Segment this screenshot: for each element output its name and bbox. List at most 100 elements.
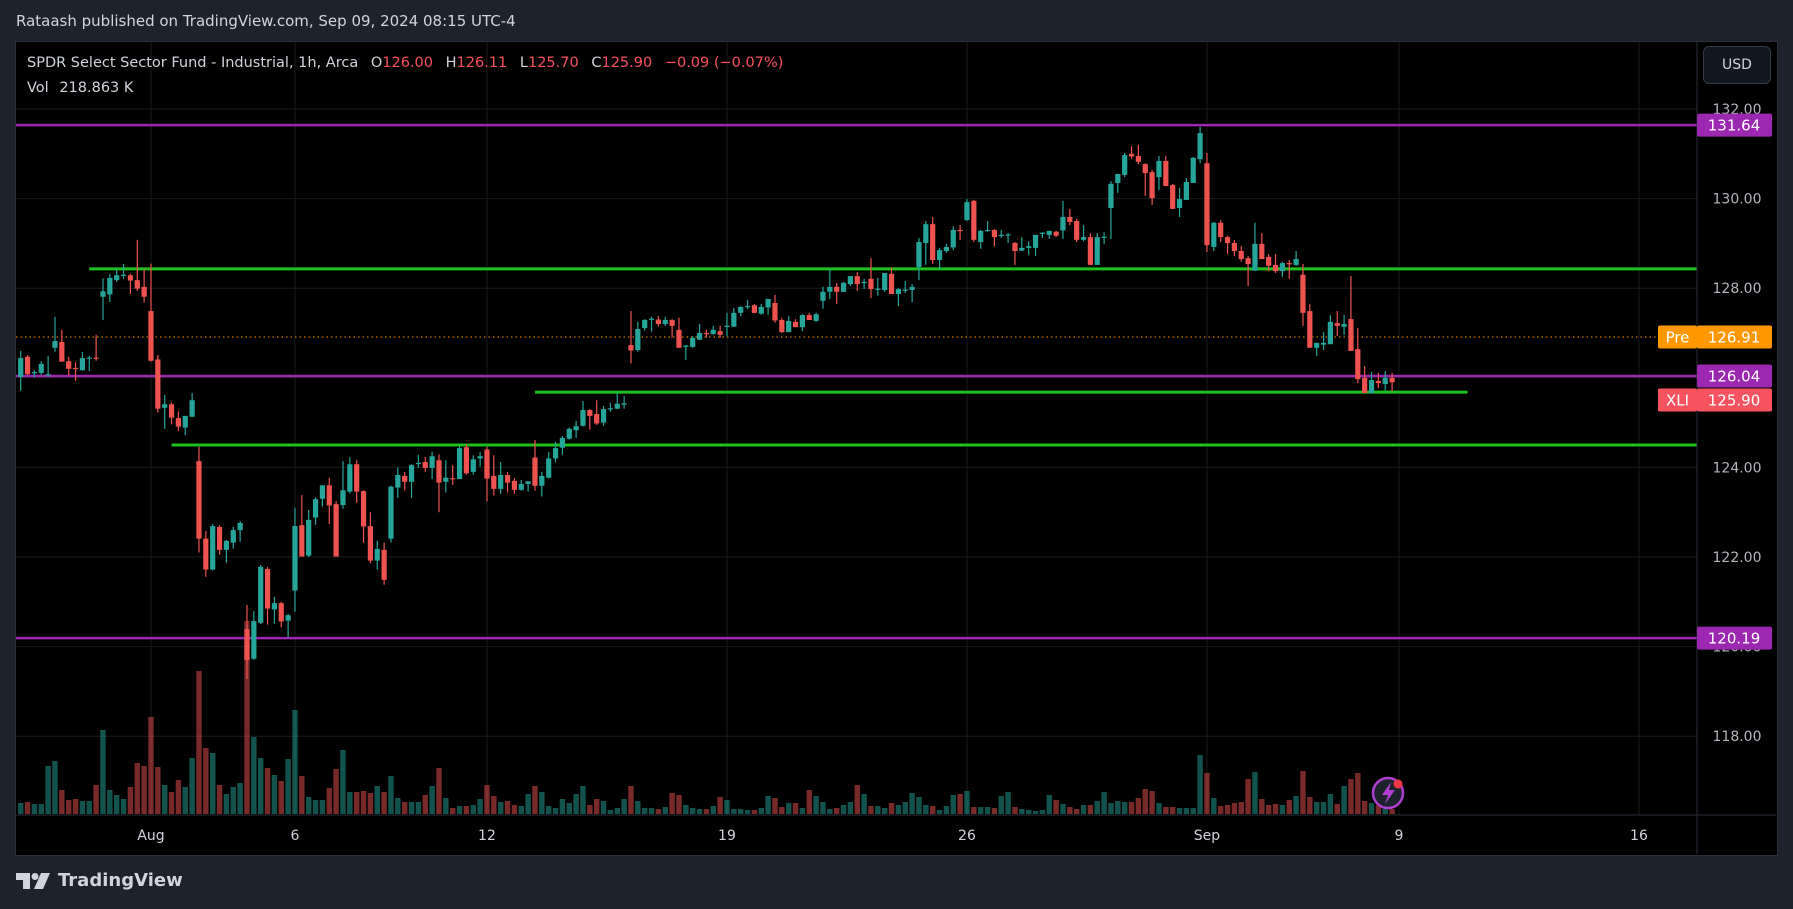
time-tick-label: Sep: [1194, 828, 1221, 844]
candle: [340, 461, 346, 509]
candle-body: [491, 475, 497, 489]
volume-bar: [614, 808, 620, 814]
volume-bar: [203, 748, 209, 814]
candle-body: [971, 200, 977, 240]
candle-body: [1362, 377, 1368, 394]
volume-bar: [936, 810, 943, 814]
volume-bar: [902, 802, 908, 814]
candle: [1005, 233, 1011, 243]
volume-bar: [38, 804, 44, 814]
candle-body: [340, 490, 346, 506]
volume-bar: [189, 758, 195, 814]
volume-bar: [737, 809, 744, 814]
candle-body: [354, 464, 360, 492]
volume-bar: [854, 785, 860, 814]
candle-body: [847, 276, 853, 285]
candle-body: [168, 404, 175, 418]
candle: [402, 471, 408, 491]
candle-body: [271, 603, 278, 610]
candle: [312, 497, 319, 525]
volume-bar: [367, 793, 374, 814]
volume-bar: [1368, 803, 1375, 814]
volume-bar: [676, 795, 682, 814]
candle: [127, 273, 134, 295]
candle-body: [1389, 377, 1395, 383]
candle-body: [1327, 321, 1333, 345]
candle-body: [806, 315, 812, 321]
candle: [1053, 230, 1059, 238]
candle-body: [669, 320, 675, 326]
volume-bar: [1327, 794, 1334, 814]
volume-bar: [79, 801, 86, 814]
volume-bar: [45, 766, 51, 814]
candle-body: [1272, 264, 1279, 272]
volume-bar: [223, 794, 230, 814]
candle-body: [820, 291, 826, 301]
volume-bar: [1265, 805, 1272, 814]
candle-body: [621, 403, 627, 405]
candle: [683, 345, 689, 360]
candle: [1355, 328, 1361, 384]
candle: [155, 354, 161, 413]
candle-body: [594, 414, 600, 424]
last-price-label: 125.90 XLI: [1658, 388, 1772, 412]
candle: [607, 402, 614, 412]
candle: [1039, 232, 1045, 239]
volume-bar: [1300, 771, 1306, 814]
candle: [1074, 218, 1080, 243]
candle-body: [1238, 251, 1244, 260]
candle: [196, 446, 202, 553]
candle-body: [278, 603, 284, 622]
candle-body: [114, 275, 120, 281]
candle: [470, 455, 476, 475]
candle: [292, 507, 298, 612]
plot-area: [16, 42, 1697, 815]
volume-bar: [278, 781, 284, 814]
candle-body: [1190, 157, 1196, 183]
price-label-text: 131.64: [1708, 117, 1761, 135]
volume-bar: [374, 786, 380, 814]
candle-body: [792, 321, 799, 328]
currency-button[interactable]: USD: [1703, 46, 1771, 84]
tradingview-logo[interactable]: TradingView: [16, 870, 183, 891]
candle-body: [539, 475, 545, 486]
volume-bar: [1204, 773, 1210, 814]
volume-bar: [285, 759, 291, 814]
volume-bar: [566, 803, 572, 814]
candle-body: [258, 566, 264, 623]
candle: [141, 269, 147, 303]
volume-bar: [888, 803, 895, 814]
volume-bar: [669, 793, 675, 814]
candle-body: [484, 449, 490, 479]
volume-bar: [134, 763, 140, 814]
candle: [463, 444, 470, 475]
lightning-alert-icon[interactable]: [1371, 776, 1405, 810]
volume-bar: [209, 753, 216, 814]
volume-bar: [1039, 810, 1046, 814]
volume-bar: [1149, 791, 1155, 814]
candle: [772, 294, 778, 323]
symbol-title: SPDR Select Sector Fund - Industrial, 1h…: [27, 55, 359, 71]
candle-body: [155, 359, 161, 409]
volume-bar: [65, 800, 72, 814]
volume-bar: [415, 802, 422, 814]
volume-bar: [408, 802, 415, 814]
candle: [175, 411, 182, 432]
volume-bar: [127, 787, 134, 814]
candle-body: [676, 329, 682, 348]
candle: [1382, 371, 1388, 391]
price-chart[interactable]: 132.00130.00128.00126.00124.00122.00120.…: [0, 0, 1793, 909]
volume-bar: [1286, 800, 1292, 814]
volume-bar: [971, 807, 977, 814]
candle-body: [936, 250, 943, 260]
volume-bar: [785, 803, 792, 814]
volume-bar: [1067, 807, 1073, 814]
candle: [957, 225, 963, 240]
candle-body: [72, 367, 79, 370]
candle-body: [1368, 380, 1375, 394]
candle-body: [1334, 323, 1340, 326]
candle-body: [683, 345, 689, 347]
volume-bar: [292, 710, 298, 814]
candle: [189, 393, 195, 417]
candle: [408, 464, 415, 498]
